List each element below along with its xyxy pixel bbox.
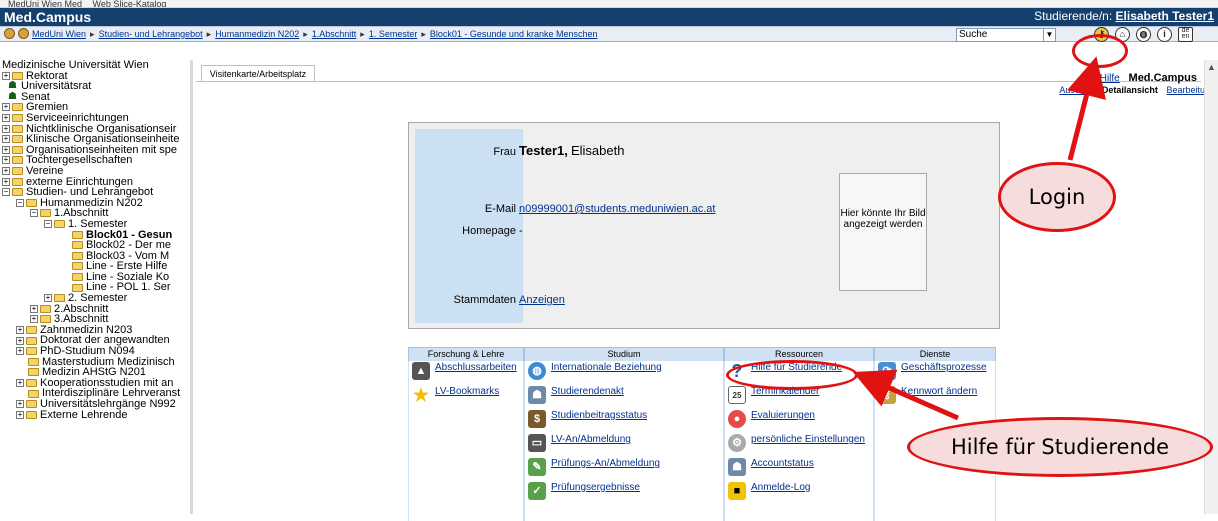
login-arrow [1067,56,1106,161]
help-arrow [852,369,960,421]
login-callout: Login [998,162,1116,232]
help-callout: Hilfe für Studierende [907,417,1213,477]
